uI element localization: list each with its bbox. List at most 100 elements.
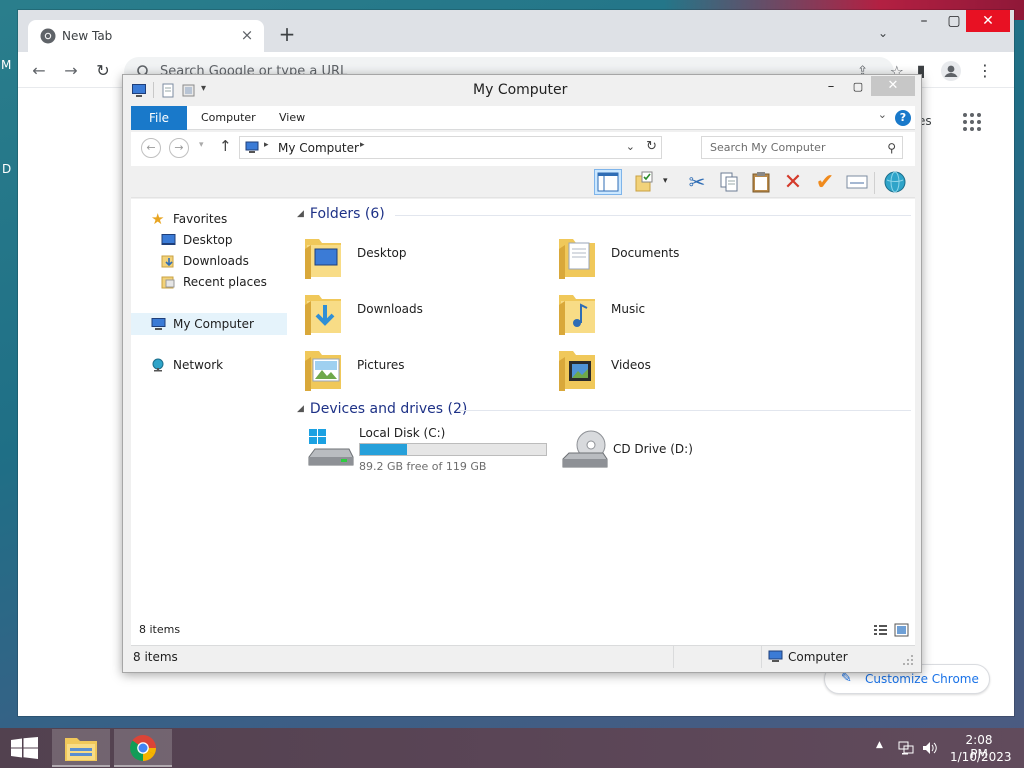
profile-avatar-icon[interactable] bbox=[940, 60, 962, 82]
folder-pictures[interactable]: Pictures bbox=[303, 341, 543, 391]
drives-group-header[interactable]: ◢ Devices and drives (2) bbox=[297, 401, 467, 417]
volume-icon[interactable] bbox=[922, 740, 938, 756]
nav-my-computer[interactable]: My Computer bbox=[131, 313, 287, 335]
collapse-triangle-icon[interactable]: ◢ bbox=[297, 404, 304, 414]
recent-locations-chevron-icon[interactable]: ▾ bbox=[199, 140, 204, 150]
rename-button[interactable] bbox=[843, 169, 871, 195]
explorer-maximize-button[interactable]: ▢ bbox=[845, 75, 871, 99]
reload-icon[interactable]: ↻ bbox=[92, 60, 114, 82]
computer-icon[interactable] bbox=[131, 83, 147, 98]
folder-desktop[interactable]: Desktop bbox=[303, 229, 543, 279]
desktop-icon-label-fragment: D bbox=[2, 162, 12, 176]
view-mode-icons[interactable] bbox=[873, 623, 909, 637]
network-drive-button[interactable] bbox=[881, 169, 909, 195]
google-apps-icon[interactable] bbox=[962, 112, 982, 132]
breadcrumb-separator-icon[interactable]: ▸ bbox=[360, 140, 365, 150]
delete-x-icon: ✕ bbox=[783, 169, 803, 195]
paste-button[interactable] bbox=[747, 169, 775, 195]
chrome-close-button[interactable]: ✕ bbox=[966, 10, 1010, 32]
folder-videos[interactable]: Videos bbox=[557, 341, 797, 391]
new-folder-icon[interactable] bbox=[181, 83, 196, 98]
nav-desktop-label: Desktop bbox=[183, 233, 233, 247]
chrome-logo-icon bbox=[40, 28, 56, 44]
collapse-triangle-icon[interactable]: ◢ bbox=[297, 209, 304, 219]
folder-label: Desktop bbox=[357, 246, 407, 260]
address-bar[interactable]: ▸ My Computer ▸ ⌄ ↻ bbox=[239, 136, 662, 159]
breadcrumb-separator-icon[interactable]: ▸ bbox=[264, 140, 269, 150]
pictures-folder-icon bbox=[305, 351, 341, 391]
nav-network-label: Network bbox=[173, 358, 224, 372]
disk-usage-fill bbox=[360, 444, 407, 455]
start-button[interactable] bbox=[0, 728, 48, 768]
explorer-forward-icon[interactable]: → bbox=[169, 138, 189, 158]
clock-date[interactable]: 1/10/2023 bbox=[950, 750, 1012, 764]
explorer-back-icon[interactable]: ← bbox=[141, 138, 161, 158]
ribbon-tab-computer[interactable]: Computer bbox=[201, 106, 256, 130]
properties-icon[interactable] bbox=[161, 83, 176, 98]
breadcrumb-my-computer[interactable]: My Computer bbox=[278, 141, 359, 155]
refresh-icon[interactable]: ↻ bbox=[646, 139, 657, 154]
drive-cd-d[interactable]: CD Drive (D:) bbox=[561, 425, 741, 475]
folder-label: Pictures bbox=[357, 358, 405, 372]
status-bar: 8 items Computer bbox=[131, 645, 915, 668]
qat-separator bbox=[153, 82, 154, 98]
explorer-minimize-button[interactable]: – bbox=[817, 75, 845, 99]
nav-network[interactable]: Network bbox=[151, 355, 281, 375]
chrome-menu-icon[interactable]: ⋮ bbox=[974, 60, 996, 82]
tab-search-chevron-icon[interactable]: ⌄ bbox=[874, 26, 892, 44]
select-button[interactable]: ✔ bbox=[811, 169, 839, 195]
explorer-close-button[interactable]: ✕ bbox=[871, 76, 915, 96]
music-folder-icon bbox=[559, 295, 595, 335]
address-history-chevron-icon[interactable]: ⌄ bbox=[626, 140, 635, 153]
delete-button[interactable]: ✕ bbox=[779, 169, 807, 195]
folder-downloads[interactable]: Downloads bbox=[303, 285, 543, 335]
chrome-minimize-button[interactable]: – bbox=[908, 10, 940, 32]
scissors-icon: ✂ bbox=[688, 170, 706, 194]
back-arrow-icon[interactable]: ← bbox=[28, 60, 50, 82]
recent-places-icon bbox=[161, 276, 175, 289]
status-location: Computer bbox=[788, 650, 848, 664]
help-icon[interactable]: ? bbox=[895, 110, 911, 126]
taskbar-file-explorer[interactable] bbox=[52, 729, 110, 767]
search-input[interactable]: Search My Computer ⚲ bbox=[701, 136, 903, 159]
ribbon-tab-view[interactable]: View bbox=[279, 106, 305, 130]
ribbon-expand-chevron-icon[interactable]: ⌄ bbox=[878, 108, 887, 121]
nav-downloads[interactable]: Downloads bbox=[161, 251, 281, 271]
checkmark-icon: ✔ bbox=[815, 169, 835, 195]
folder-options-chevron-icon[interactable]: ▾ bbox=[663, 176, 668, 186]
ribbon-tab-file[interactable]: File bbox=[131, 106, 187, 130]
toolbar-separator bbox=[874, 172, 875, 194]
nav-recent-places[interactable]: Recent places bbox=[161, 272, 281, 292]
nav-favorites[interactable]: ★ Favorites bbox=[151, 209, 281, 229]
up-arrow-icon[interactable]: ↑ bbox=[219, 137, 232, 155]
folder-documents[interactable]: Documents bbox=[557, 229, 797, 279]
folder-options-button[interactable] bbox=[631, 169, 659, 195]
local-disk-icon bbox=[308, 429, 354, 466]
cut-button[interactable]: ✂ bbox=[683, 169, 711, 195]
nav-desktop[interactable]: Desktop bbox=[161, 230, 281, 250]
forward-arrow-icon[interactable]: → bbox=[60, 60, 82, 82]
search-icon: ⚲ bbox=[887, 141, 896, 155]
command-toolbar: ▾ ✂ ✕ ✔ bbox=[131, 166, 915, 198]
explorer-title: My Computer bbox=[473, 82, 568, 98]
qat-customize-chevron-icon[interactable]: ▾ bbox=[201, 83, 206, 94]
network-tray-icon[interactable] bbox=[898, 740, 914, 756]
copy-button[interactable] bbox=[715, 169, 743, 195]
new-tab-button[interactable]: + bbox=[276, 24, 298, 46]
folders-group-title: Folders (6) bbox=[309, 206, 385, 222]
taskbar-chrome[interactable] bbox=[114, 729, 172, 767]
globe-icon bbox=[884, 171, 906, 193]
preview-pane-button[interactable] bbox=[594, 169, 622, 195]
folders-group-header[interactable]: ◢ Folders (6) bbox=[297, 206, 385, 222]
cd-drive-icon bbox=[562, 430, 608, 468]
chrome-tab-new-tab[interactable]: New Tab × bbox=[28, 20, 264, 52]
resize-grip-icon[interactable] bbox=[903, 655, 913, 665]
tab-close-icon[interactable]: × bbox=[238, 26, 256, 44]
folder-music[interactable]: Music bbox=[557, 285, 797, 335]
group-divider bbox=[395, 215, 911, 216]
show-hidden-icons-icon[interactable]: ▲ bbox=[876, 740, 883, 750]
copy-icon bbox=[720, 172, 738, 192]
drive-local-disk-c[interactable]: Local Disk (C:) 89.2 GB free of 119 GB bbox=[307, 425, 557, 475]
navigation-pane: ★ Favorites Desktop Downloads Recent pla… bbox=[131, 199, 289, 645]
folder-label: Documents bbox=[611, 246, 680, 260]
